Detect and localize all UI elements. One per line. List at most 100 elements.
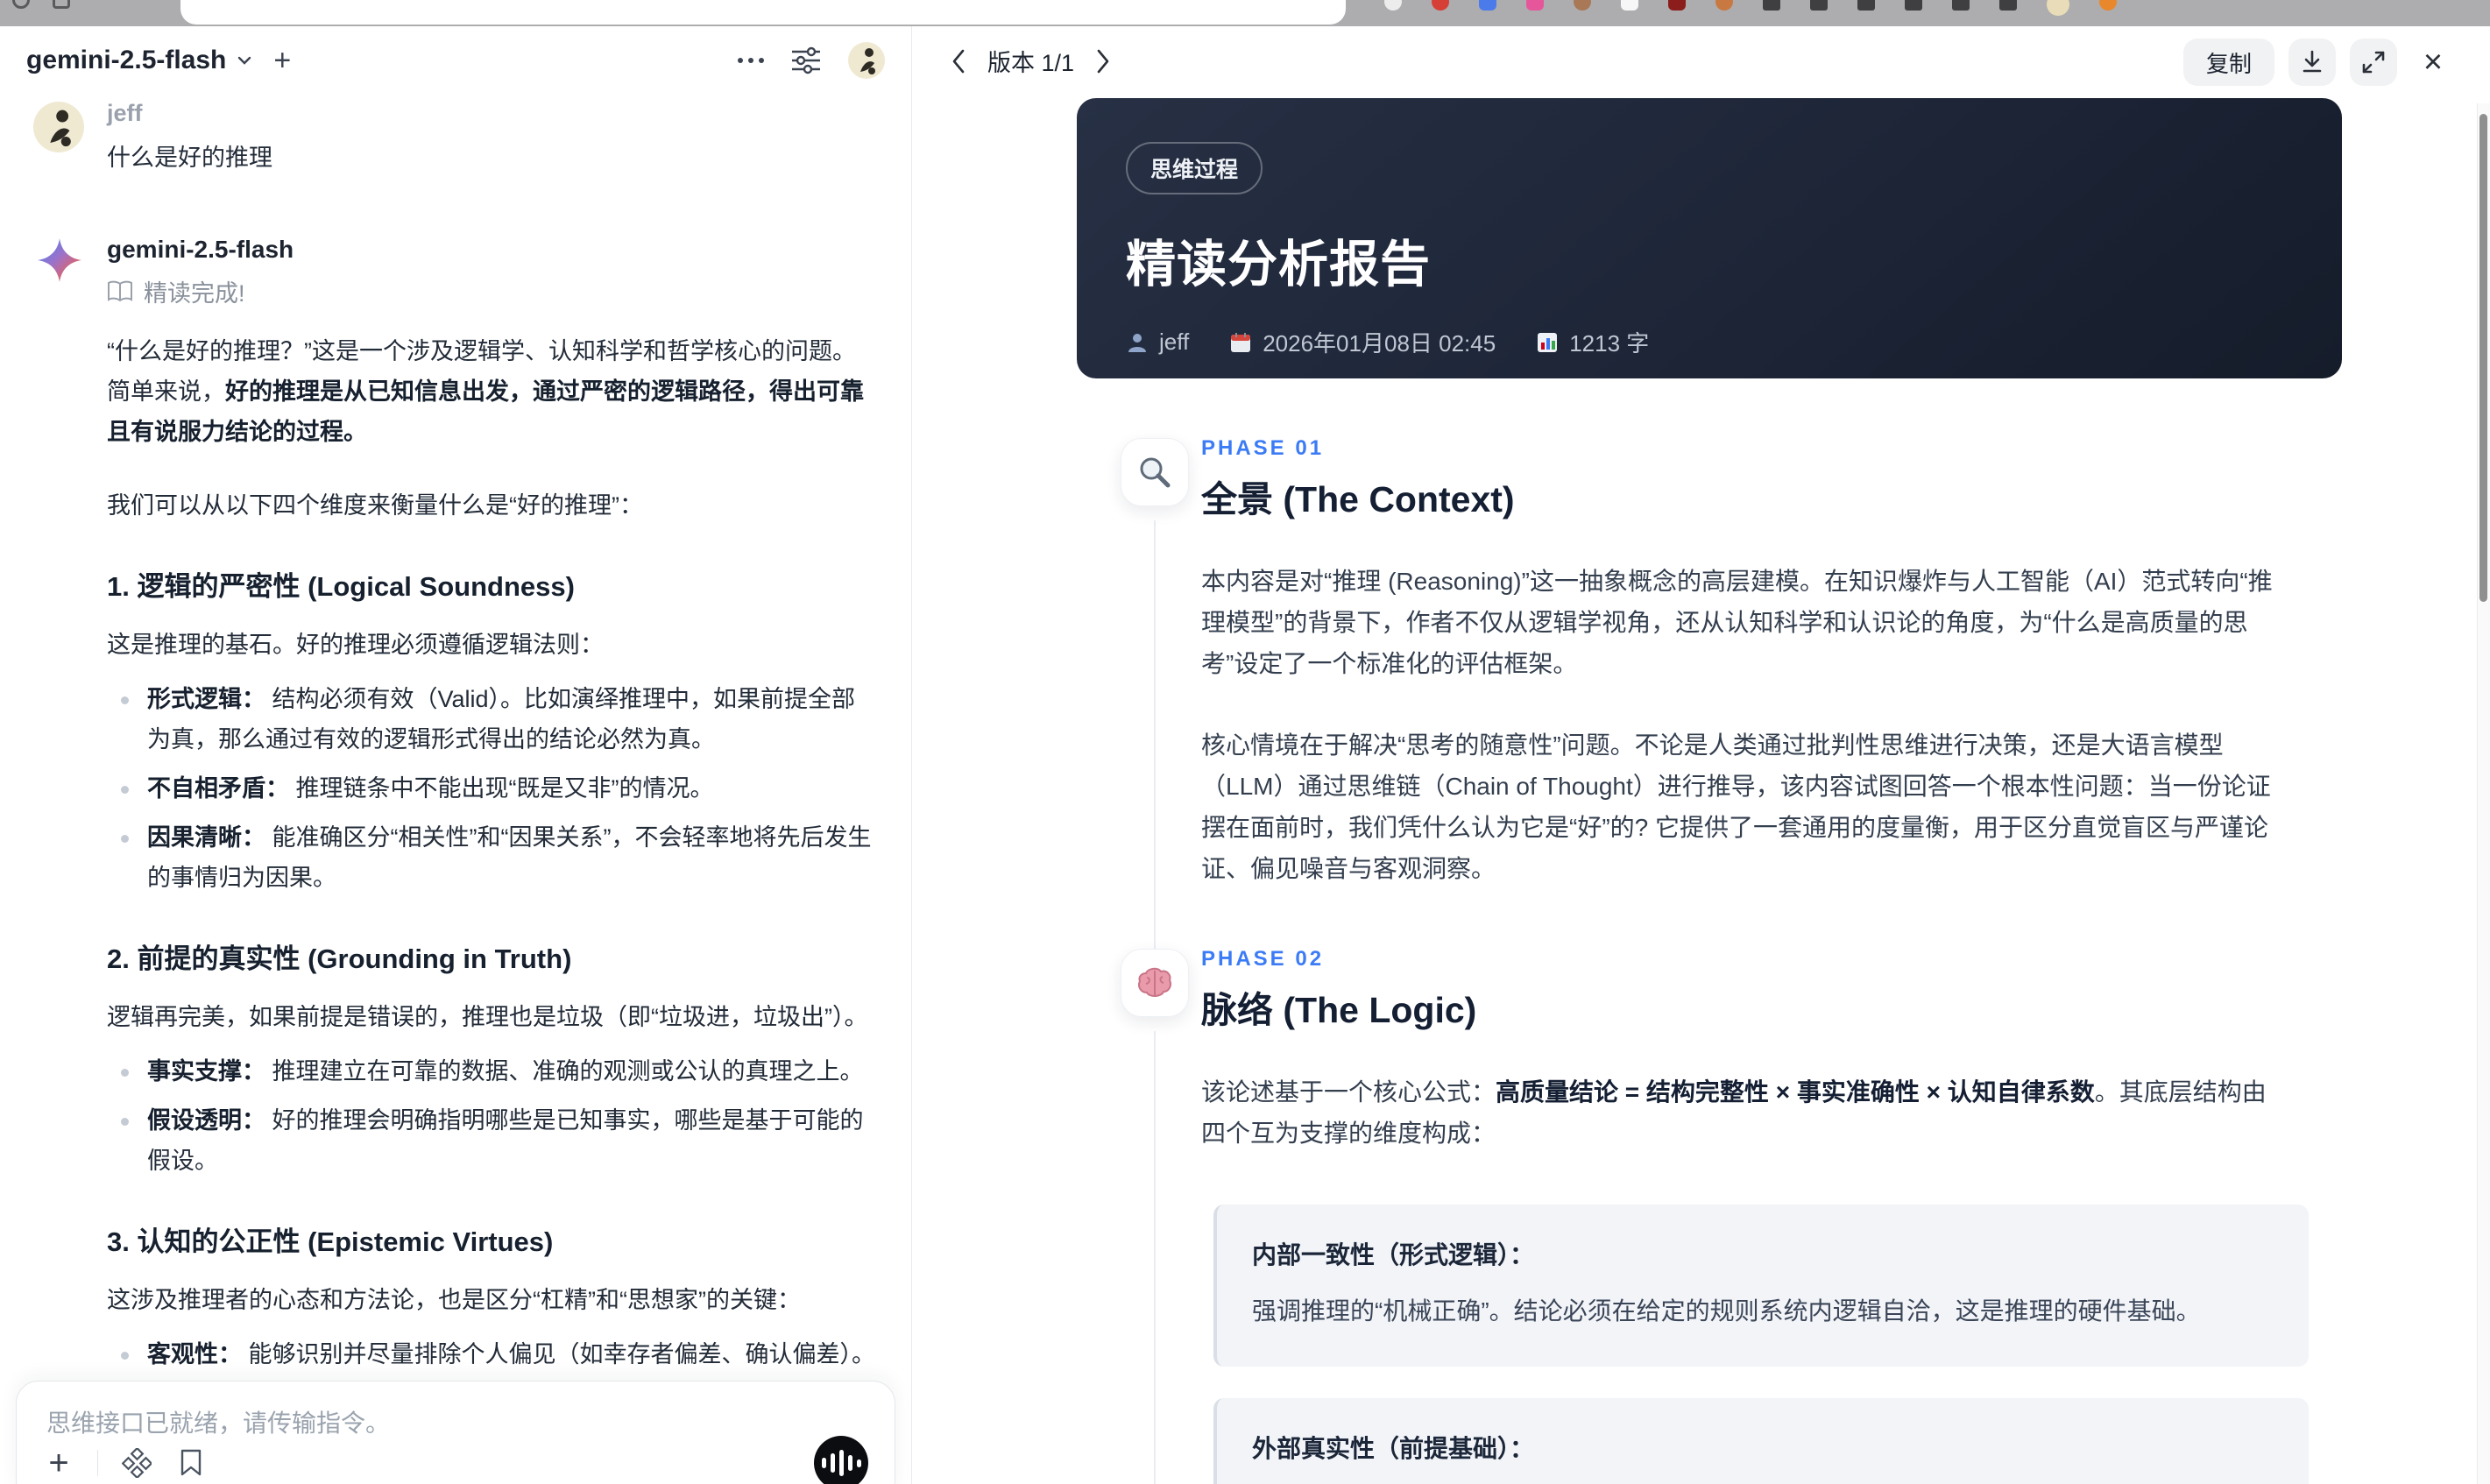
report-title: 精读分析报告 (1126, 237, 1431, 293)
list-item: 事实支撑： 推理建立在可靠的数据、准确的观测或公认的真理之上。 (107, 1051, 876, 1092)
phase-paragraph: 核心情境在于解决“思考的随意性”问题。不论是人类通过批判性思维进行决策，还是大语… (1201, 731, 2271, 882)
chat-message-list: jeff 什么是好的推理 gemini-2.5-flash 精读完成! “什么是… (0, 95, 911, 1484)
section-heading: 1. 逻辑的严密性 (Logical Soundness) (107, 571, 575, 602)
section-intro: 逻辑再完美，如果前提是错误的，推理也是垃圾（即“垃圾进，垃圾出”）。 (107, 1004, 868, 1030)
browser-extension-icon[interactable] (1574, 0, 1591, 11)
message-text: 什么是好的推理 (107, 145, 272, 171)
phase-label: PHASE 02 (1201, 947, 1325, 971)
chat-panel: gemini-2.5-flash + jeff 什么是好的推理 gemini-2… (0, 26, 911, 1484)
meta-author: jeff (1126, 329, 1189, 356)
report-actions: 复制 × (2182, 39, 2455, 86)
settings-sliders-icon[interactable] (790, 46, 822, 74)
bullet-marker (121, 696, 129, 704)
chevron-left-icon[interactable] (945, 48, 972, 74)
dimension-cards: 内部一致性（形式逻辑）： 强调推理的“机械正确”。结论必须在给定的规则系统内逻辑… (1213, 1205, 2342, 1484)
browser-extension-icon[interactable] (1999, 0, 2017, 11)
avatar-figure-icon (860, 48, 875, 74)
card-title: 内部一致性（形式逻辑）： (1252, 1241, 1535, 1268)
meta-word-count: 1213 字 (1536, 326, 1649, 358)
browser-extension-icon[interactable] (1668, 0, 1686, 11)
scrollbar-thumb[interactable] (2479, 114, 2487, 602)
message-author: gemini-2.5-flash (107, 236, 294, 263)
close-button[interactable]: × (2411, 39, 2455, 86)
browser-extension-icon[interactable] (1384, 0, 1402, 11)
browser-extension-icon[interactable] (1905, 0, 1922, 11)
version-label: 版本 1/1 (987, 50, 1075, 76)
bullet-marker (121, 786, 129, 794)
report-toolbar: 版本 1/1 复制 × (912, 26, 2490, 102)
chat-header: gemini-2.5-flash + (0, 26, 911, 95)
phase-section: PHASE 02 脉络 (The Logic) 该论述基于一个核心公式：高质量结… (1077, 947, 2342, 1484)
version-navigator: 版本 1/1 (945, 44, 1116, 78)
browser-extension-icon[interactable] (1763, 0, 1780, 11)
voice-input-button[interactable] (814, 1436, 868, 1484)
bullet-list: 事实支撑： 推理建立在可靠的数据、准确的观测或公认的真理之上。 假设透明： 好的… (107, 1051, 876, 1181)
assistant-paragraph: “什么是好的推理？”这是一个涉及逻辑学、认知科学和哲学核心的问题。简单来说，好的… (107, 338, 864, 445)
model-switcher[interactable]: gemini-2.5-flash (26, 46, 252, 75)
browser-reload-icon[interactable] (12, 0, 30, 9)
browser-extension-icon[interactable] (1621, 0, 1638, 11)
browser-extension-icon[interactable] (1810, 0, 1828, 11)
new-chat-button[interactable]: + (273, 46, 291, 75)
card-title: 外部真实性（前提基础）： (1252, 1435, 1535, 1462)
list-item: 假设透明： 好的推理会明确指明哪些是已知事实，哪些是基于可能的假设。 (107, 1100, 876, 1181)
browser-extension-icon[interactable] (1479, 0, 1496, 11)
browser-chrome (0, 0, 2490, 26)
section-heading: 2. 前提的真实性 (Grounding in Truth) (107, 943, 572, 974)
browser-extension-icon[interactable] (1952, 0, 1970, 11)
browser-tabs-icon[interactable] (53, 0, 70, 9)
browser-extension-row (1384, 0, 2117, 16)
chat-input[interactable]: 思维接口已就绪，请传输指令。 (46, 1404, 865, 1439)
section-intro: 这涉及推理者的心态和方法论，也是区分“杠精”和“思想家”的关键： (107, 1287, 801, 1313)
user-icon (1128, 333, 1146, 352)
browser-profile-avatar[interactable] (2047, 0, 2069, 16)
browser-extension-icon[interactable] (1715, 0, 1733, 11)
avatar-figure-icon (50, 110, 71, 147)
fullscreen-button[interactable] (2350, 39, 2397, 86)
browser-extension-icon[interactable] (1432, 0, 1449, 11)
download-icon (2303, 50, 2322, 73)
chevron-down-icon (238, 56, 251, 65)
scrollbar-track (2477, 103, 2490, 1484)
copy-button[interactable]: 复制 (2182, 39, 2274, 86)
status-line: 精读完成! (107, 274, 876, 308)
browser-address-bar[interactable] (180, 0, 1346, 25)
bullet-marker (121, 1118, 129, 1126)
browser-extension-icon[interactable] (2099, 0, 2117, 11)
dimension-card: 外部真实性（前提基础）： 强调推理的“经验校准”。解决“GIGO（垃圾进，垃圾出… (1213, 1398, 2309, 1484)
report-panel: 版本 1/1 复制 × 思维过程 精读分析报告 jeff 2026年01月08日… (912, 26, 2490, 1484)
bookmark-button[interactable] (175, 1447, 207, 1479)
dimension-card: 内部一致性（形式逻辑）： 强调推理的“机械正确”。结论必须在给定的规则系统内逻辑… (1213, 1205, 2309, 1367)
list-item: 因果清晰： 能准确区分“相关性”和“因果关系”，不会轻率地将先后发生的事情归为因… (107, 817, 876, 898)
report-type-badge: 思维过程 (1126, 142, 1263, 194)
assistant-paragraph: 我们可以从以下四个维度来衡量什么是“好的推理”： (107, 492, 643, 519)
more-options-icon[interactable] (738, 58, 764, 63)
model-name: gemini-2.5-flash (26, 46, 227, 74)
phase-label: PHASE 01 (1201, 436, 1325, 460)
timeline-connector (1154, 520, 1156, 959)
card-text: 强调推理的“机械正确”。结论必须在给定的规则系统内逻辑自洽，这是推理的硬件基础。 (1252, 1297, 2201, 1325)
calendar-icon (1231, 332, 1251, 352)
section-intro: 这是推理的基石。好的推理必须遵循逻辑法则： (107, 632, 604, 658)
bar-chart-icon (1538, 332, 1558, 352)
book-icon (108, 280, 132, 301)
message-author: jeff (107, 100, 143, 126)
attach-plus-button[interactable]: + (43, 1445, 74, 1480)
chat-composer: 思维接口已就绪，请传输指令。 + (16, 1381, 895, 1484)
gemini-star-icon (37, 237, 82, 287)
composer-toolbar: + (43, 1436, 868, 1484)
list-item: 客观性： 能够识别并尽量排除个人偏见（如幸存者偏差、确认偏差）。 (107, 1334, 876, 1374)
browser-extension-icon[interactable] (1526, 0, 1544, 11)
section-heading: 3. 认知的公正性 (Epistemic Virtues) (107, 1226, 554, 1257)
download-button[interactable] (2288, 39, 2336, 86)
user-avatar (33, 102, 84, 152)
user-message: jeff 什么是好的推理 (33, 100, 876, 178)
phase-paragraph: 该论述基于一个核心公式：高质量结论 = 结构完整性 × 事实准确性 × 认知自律… (1201, 1078, 2267, 1147)
user-avatar[interactable] (848, 42, 885, 79)
chevron-right-icon[interactable] (1090, 48, 1116, 74)
sparkle-tools-button[interactable] (121, 1447, 152, 1479)
report-meta: jeff 2026年01月08日 02:45 1213 字 (1126, 326, 2293, 358)
browser-extension-icon[interactable] (1857, 0, 1875, 11)
bullet-marker (121, 1352, 129, 1360)
bullet-marker (121, 1069, 129, 1077)
